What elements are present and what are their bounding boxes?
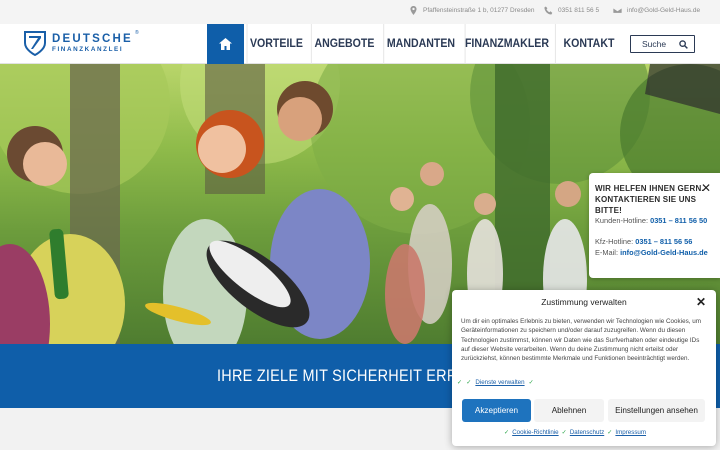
nav-item-label: FINANZMAKLER <box>464 38 549 50</box>
nav-item-mandanten[interactable]: MANDANTEN <box>383 24 458 64</box>
contact-popup-title: WIR HELFEN IHNEN GERN. KONTAKTIEREN SIE … <box>595 184 704 215</box>
hotline-link[interactable]: 0351 – 811 56 50 <box>650 216 707 225</box>
view-settings-button[interactable]: Einstellungen ansehen <box>608 399 705 422</box>
cookie-policy-link[interactable]: Cookie-Richtlinie <box>512 429 558 436</box>
nav-item-label: ANGEBOTE <box>314 38 375 50</box>
close-icon[interactable]: ✕ <box>696 295 706 309</box>
banner-heading: IHRE ZIELE MIT SICHERHEIT ERR <box>217 366 458 385</box>
cookie-consent-dialog: Zustimmung verwalten ✕ Um dir ein optima… <box>452 290 716 446</box>
nav-item-label: MANDANTEN <box>386 38 456 50</box>
email-item[interactable]: info@Gold-Geld-Haus.de <box>613 6 700 15</box>
shield-logo-icon <box>24 31 46 56</box>
check-icon: ✓ <box>561 429 567 436</box>
manage-services-link[interactable]: Dienste verwalten <box>475 379 524 386</box>
check-icon: ✓ <box>504 429 510 436</box>
imprint-link[interactable]: Impressum <box>615 429 646 436</box>
kfz-link[interactable]: 0351 – 811 56 56 <box>635 237 692 246</box>
kfz-row: Kfz-Hotline: 0351 – 811 56 56 <box>595 237 717 247</box>
phone-icon <box>544 6 553 15</box>
email-row: E-Mail: info@Gold-Geld-Haus.de <box>595 248 717 258</box>
accept-button[interactable]: Akzeptieren <box>462 399 531 422</box>
kfz-label: Kfz-Hotline: <box>595 237 634 246</box>
check-icon: ✓ <box>466 379 472 386</box>
hotline-row: Kunden-Hotline: 0351 – 811 56 50 <box>595 216 717 226</box>
site-header: DEUTSCHE ® FINANZKANZLEI VORTEILE ANGEBO… <box>0 24 720 64</box>
logo[interactable]: DEUTSCHE ® FINANZKANZLEI <box>24 30 144 58</box>
nav-item-finanzmakler[interactable]: FINANZMAKLER <box>464 24 549 64</box>
consent-footer-links: ✓ Cookie-Richtlinie ✓ Datenschutz ✓ Impr… <box>504 429 646 436</box>
check-icon: ✓ <box>607 429 613 436</box>
main-nav: VORTEILE ANGEBOTE MANDANTEN FINANZMAKLER… <box>207 24 625 64</box>
address-text: Pfaffensteinstraße 1 b, 01277 Dresden <box>423 7 535 14</box>
home-icon <box>219 38 232 50</box>
email-link[interactable]: info@Gold-Geld-Haus.de <box>620 248 708 257</box>
search-box[interactable]: Suche <box>630 35 695 53</box>
address-item: Pfaffensteinstraße 1 b, 01277 Dresden <box>409 6 535 15</box>
nav-item-label: VORTEILE <box>249 38 303 50</box>
email-label: E-Mail: <box>595 248 618 257</box>
contact-popup: WIR HELFEN IHNEN GERN. KONTAKTIEREN SIE … <box>589 173 720 278</box>
logo-text-line2: FINANZKANZLEI <box>52 46 124 53</box>
search-icon[interactable] <box>679 40 688 49</box>
nav-item-kontakt[interactable]: KONTAKT <box>554 24 622 64</box>
phone-item[interactable]: 0351 811 56 5 <box>544 6 599 15</box>
check-icon: ✓ <box>457 379 463 386</box>
consent-title: Zustimmung verwalten <box>541 297 627 307</box>
consent-preferences: ✓ ✓ Dienste verwalten ✓ <box>457 379 534 386</box>
nav-home-button[interactable] <box>207 24 244 64</box>
search-label: Suche <box>642 39 667 49</box>
consent-body: Um dir ein optimales Erlebnis zu bieten,… <box>461 318 701 363</box>
phone-text: 0351 811 56 5 <box>558 7 600 14</box>
logo-text-line1: DEUTSCHE <box>52 33 133 45</box>
top-info-bar: Pfaffensteinstraße 1 b, 01277 Dresden 03… <box>0 0 720 24</box>
email-text: info@Gold-Geld-Haus.de <box>627 7 701 14</box>
registered-mark: ® <box>135 30 139 36</box>
nav-item-vorteile[interactable]: VORTEILE <box>246 24 306 64</box>
nav-item-angebote[interactable]: ANGEBOTE <box>310 24 377 64</box>
map-pin-icon <box>410 6 417 15</box>
nav-item-label: KONTAKT <box>563 38 615 50</box>
hotline-label: Kunden-Hotline: <box>595 216 649 225</box>
deny-button[interactable]: Ablehnen <box>534 399 604 422</box>
privacy-link[interactable]: Datenschutz <box>570 429 604 436</box>
close-icon[interactable]: ✕ <box>701 181 711 195</box>
envelope-icon <box>613 7 622 14</box>
check-icon: ✓ <box>528 379 534 386</box>
